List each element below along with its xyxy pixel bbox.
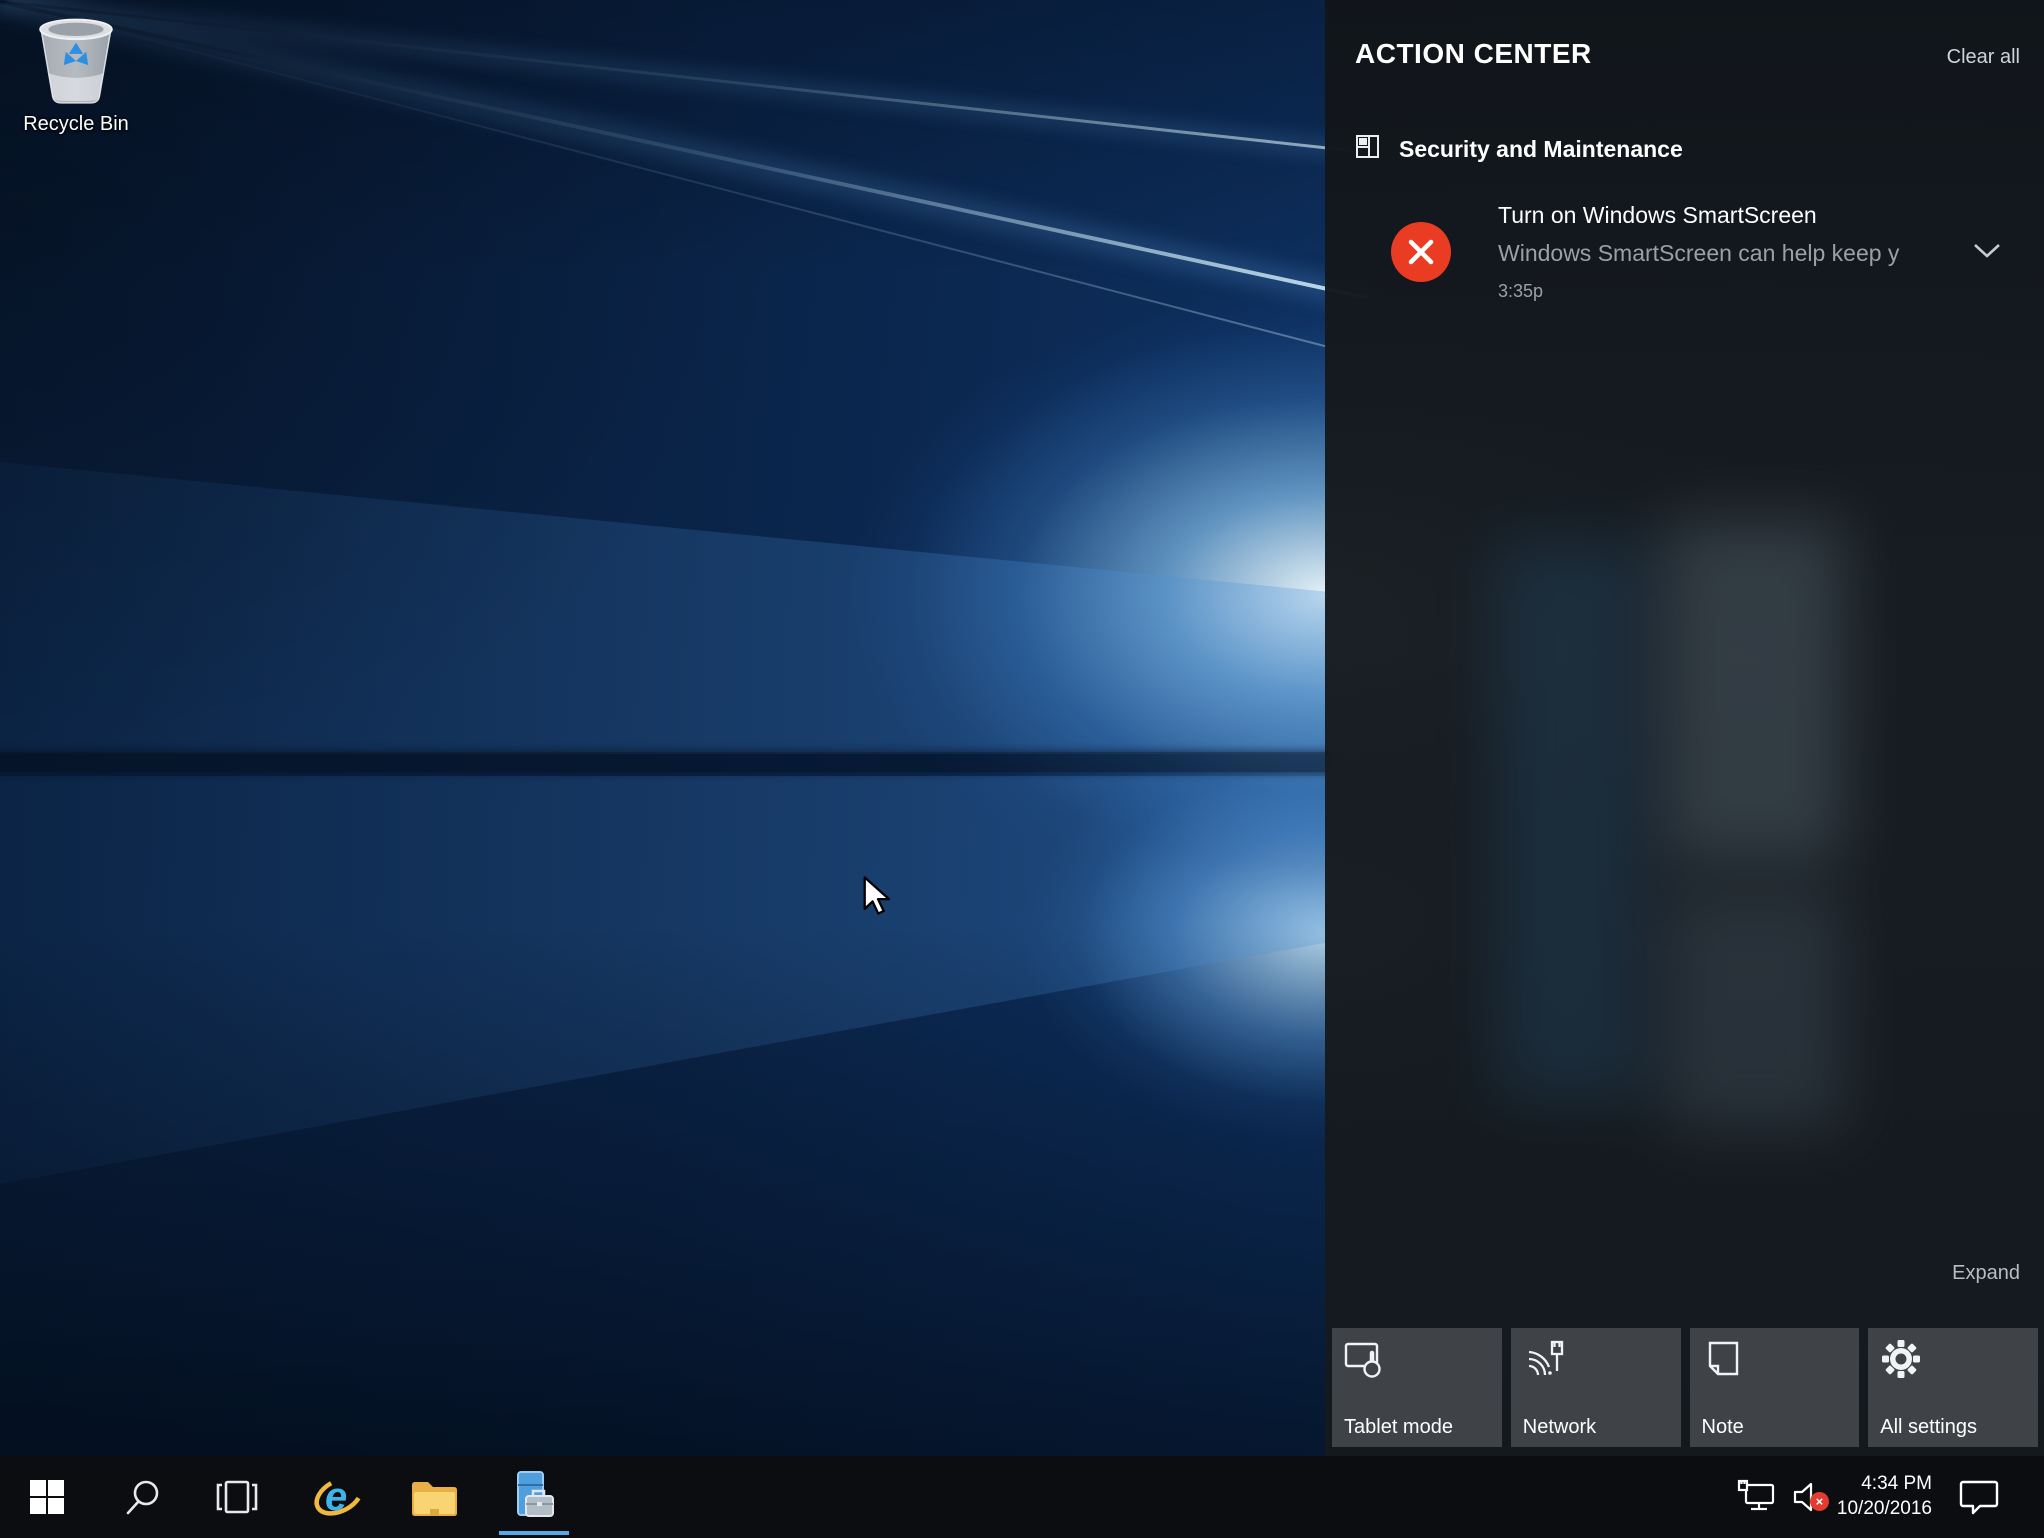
clear-all-button[interactable]: Clear all xyxy=(1947,46,2020,69)
recycle-bin[interactable]: Recycle Bin xyxy=(8,12,144,136)
expand-button[interactable]: Expand xyxy=(1952,1262,2020,1285)
quick-action-tablet-mode[interactable]: Tablet mode xyxy=(1332,1328,1502,1447)
file-explorer-icon xyxy=(412,1482,457,1516)
mouse-cursor xyxy=(862,876,896,921)
wallpaper-dark-band xyxy=(0,752,1330,772)
chevron-down-icon[interactable] xyxy=(1972,242,2002,265)
windows-start-icon xyxy=(30,1480,64,1514)
settings-gear-icon xyxy=(1882,1340,1921,1378)
task-view-button[interactable] xyxy=(206,1456,268,1538)
action-center-panel: ACTION CENTER Clear all Security and Mai… xyxy=(1325,0,2044,1456)
note-icon xyxy=(1708,1341,1738,1376)
volume-error-badge: × xyxy=(1809,1492,1829,1511)
security-maintenance-icon xyxy=(1355,134,1381,165)
taskbar-app-toolbox[interactable] xyxy=(496,1456,572,1538)
toolbox-app-icon xyxy=(517,1471,554,1517)
clock[interactable]: 4:34 PM 10/20/2016 xyxy=(1837,1472,1932,1521)
notification-title: Turn on Windows SmartScreen xyxy=(1498,204,1817,227)
search-icon xyxy=(126,1480,159,1515)
file-explorer-button[interactable] xyxy=(403,1456,465,1538)
clock-date: 10/20/2016 xyxy=(1836,1498,1932,1519)
section-security-maintenance[interactable]: Security and Maintenance xyxy=(1355,134,1683,165)
wallpaper-light-beam xyxy=(0,0,1369,300)
internet-explorer-button[interactable]: e xyxy=(308,1456,370,1538)
notification-body: Windows SmartScreen can help keep y xyxy=(1498,240,1900,266)
action-center-title: ACTION CENTER xyxy=(1355,38,1592,69)
notification-smartscreen[interactable]: Turn on Windows SmartScreen Windows Smar… xyxy=(1355,198,2028,318)
wallpaper-light-beam xyxy=(0,0,1347,3)
svg-text:e: e xyxy=(325,1475,347,1519)
ethernet-network-icon[interactable] xyxy=(1737,1479,1777,1515)
system-tray: × 4:34 PM 10/20/2016 xyxy=(1737,1456,2044,1538)
network-signal-icon xyxy=(1528,1340,1563,1376)
taskbar: e × 4:34 PM 10/20/2016 xyxy=(0,1456,2044,1538)
quick-action-label: Note xyxy=(1701,1416,1744,1438)
wallpaper-light-beam xyxy=(0,0,1336,350)
volume-muted-icon[interactable]: × xyxy=(1793,1481,1829,1513)
task-view-icon xyxy=(216,1480,258,1514)
error-x-icon xyxy=(1391,222,1451,282)
blurred-windows-logo xyxy=(1475,480,1895,1180)
recycle-bin-icon xyxy=(26,18,126,112)
quick-action-label: All settings xyxy=(1880,1416,1977,1438)
search-button[interactable] xyxy=(111,1456,173,1538)
start-button[interactable] xyxy=(16,1456,78,1538)
quick-action-note[interactable]: Note xyxy=(1689,1328,1860,1447)
tablet-mode-icon xyxy=(1344,1342,1381,1378)
quick-action-label: Tablet mode xyxy=(1344,1416,1453,1438)
notification-time: 3:35p xyxy=(1498,281,1544,301)
wallpaper-light-beam xyxy=(0,0,1362,154)
active-app-indicator xyxy=(499,1531,569,1535)
clock-time: 4:34 PM xyxy=(1861,1473,1932,1495)
internet-explorer-icon: e xyxy=(314,1475,364,1519)
quick-action-network[interactable]: Network xyxy=(1510,1328,1681,1447)
action-center-bubble-icon[interactable] xyxy=(1958,1478,2000,1516)
action-center-header: ACTION CENTER Clear all xyxy=(1355,38,2020,70)
section-title: Security and Maintenance xyxy=(1399,136,1683,162)
recycle-bin-label: Recycle Bin xyxy=(23,113,129,135)
quick-actions-row: Tablet mode Network Note All settings xyxy=(1332,1328,2038,1447)
quick-action-label: Network xyxy=(1522,1416,1597,1438)
quick-action-all-settings[interactable]: All settings xyxy=(1868,1328,2038,1447)
